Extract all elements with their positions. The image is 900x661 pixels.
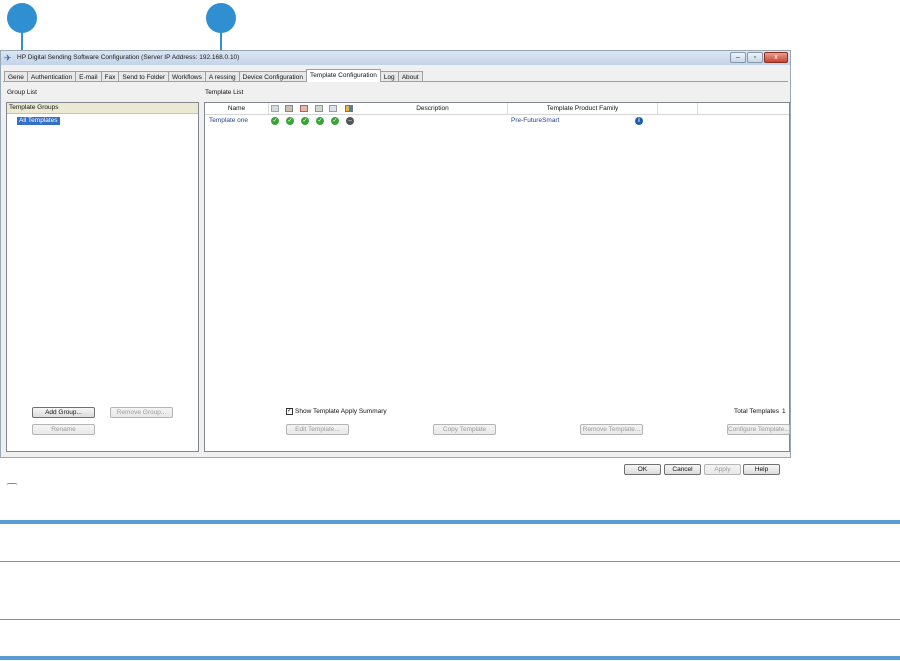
configure-template-button[interactable]: Configure Template... bbox=[727, 424, 790, 435]
edit-template-button[interactable]: Edit Template... bbox=[286, 424, 349, 435]
rename-button[interactable]: Rename bbox=[32, 424, 95, 435]
not-applicable-icon: – bbox=[346, 117, 354, 125]
remove-group-button[interactable]: Remove Group... bbox=[110, 407, 173, 418]
close-button[interactable]: x bbox=[764, 52, 788, 63]
group-list-box: Template Groups All Templates bbox=[6, 102, 199, 452]
info-icon[interactable]: i bbox=[635, 117, 643, 125]
tab-template-configuration[interactable]: Template Configuration bbox=[305, 69, 381, 82]
check-icon: ✓ bbox=[331, 117, 339, 125]
callout-2-marker bbox=[206, 3, 236, 33]
minimize-button[interactable]: – bbox=[730, 52, 746, 63]
hp-logo-icon: ✈ bbox=[4, 53, 12, 63]
check-icon: ✓ bbox=[301, 117, 309, 125]
addressing-icon bbox=[329, 105, 337, 112]
group-item-all-templates[interactable]: All Templates bbox=[17, 117, 60, 125]
apply-button[interactable]: Apply bbox=[704, 464, 741, 475]
email-icon bbox=[271, 105, 279, 112]
maximize-button[interactable]: ▫ bbox=[747, 52, 763, 63]
ok-button[interactable]: OK bbox=[624, 464, 661, 475]
folder-icon bbox=[300, 105, 308, 112]
cancel-button[interactable]: Cancel bbox=[664, 464, 701, 475]
table-row[interactable]: Template one ✓ ✓ ✓ ✓ ✓ – Pre-FutureSmart… bbox=[205, 115, 789, 127]
column-header-description[interactable]: Description bbox=[358, 103, 508, 114]
add-group-button[interactable]: Add Group... bbox=[32, 407, 95, 418]
total-templates-count: 1 bbox=[782, 408, 786, 415]
divider-line-lower bbox=[0, 619, 900, 620]
show-summary-label: Show Template Apply Summary bbox=[295, 408, 387, 415]
copy-template-button[interactable]: Copy Template bbox=[433, 424, 496, 435]
template-list-header: Name Description Template Product Family bbox=[205, 103, 789, 115]
show-summary-checkbox[interactable]: ✓ bbox=[286, 408, 293, 415]
device-icon bbox=[345, 105, 353, 112]
check-icon: ✓ bbox=[316, 117, 324, 125]
workflow-icon bbox=[315, 105, 323, 112]
divider-line-middle bbox=[0, 561, 900, 562]
decorative-arc bbox=[6, 483, 18, 487]
title-bar: ✈ HP Digital Sending Software Configurat… bbox=[1, 51, 790, 65]
fax-icon bbox=[285, 105, 293, 112]
template-list-label: Template List bbox=[205, 89, 244, 96]
template-name-cell: Template one bbox=[209, 117, 249, 124]
divider-line-top bbox=[0, 520, 900, 524]
template-list-box: Name Description Template Product Family… bbox=[204, 102, 790, 452]
column-header-extra bbox=[658, 103, 698, 114]
column-header-name[interactable]: Name bbox=[205, 103, 269, 114]
column-header-product-family[interactable]: Template Product Family bbox=[508, 103, 658, 114]
config-window: ✈ HP Digital Sending Software Configurat… bbox=[0, 50, 791, 458]
remove-template-button[interactable]: Remove Template... bbox=[580, 424, 643, 435]
template-groups-header: Template Groups bbox=[7, 103, 198, 114]
check-icon: ✓ bbox=[271, 117, 279, 125]
callout-1-marker bbox=[7, 3, 37, 33]
total-templates-label: Total Templates bbox=[734, 408, 780, 415]
window-title: HP Digital Sending Software Configuratio… bbox=[17, 54, 240, 61]
help-button[interactable]: Help bbox=[743, 464, 780, 475]
divider-line-bottom bbox=[0, 656, 900, 660]
check-icon: ✓ bbox=[286, 117, 294, 125]
tab-divider bbox=[3, 81, 788, 82]
product-family-cell: Pre-FutureSmart bbox=[511, 117, 560, 124]
group-list-label: Group List bbox=[7, 89, 37, 96]
